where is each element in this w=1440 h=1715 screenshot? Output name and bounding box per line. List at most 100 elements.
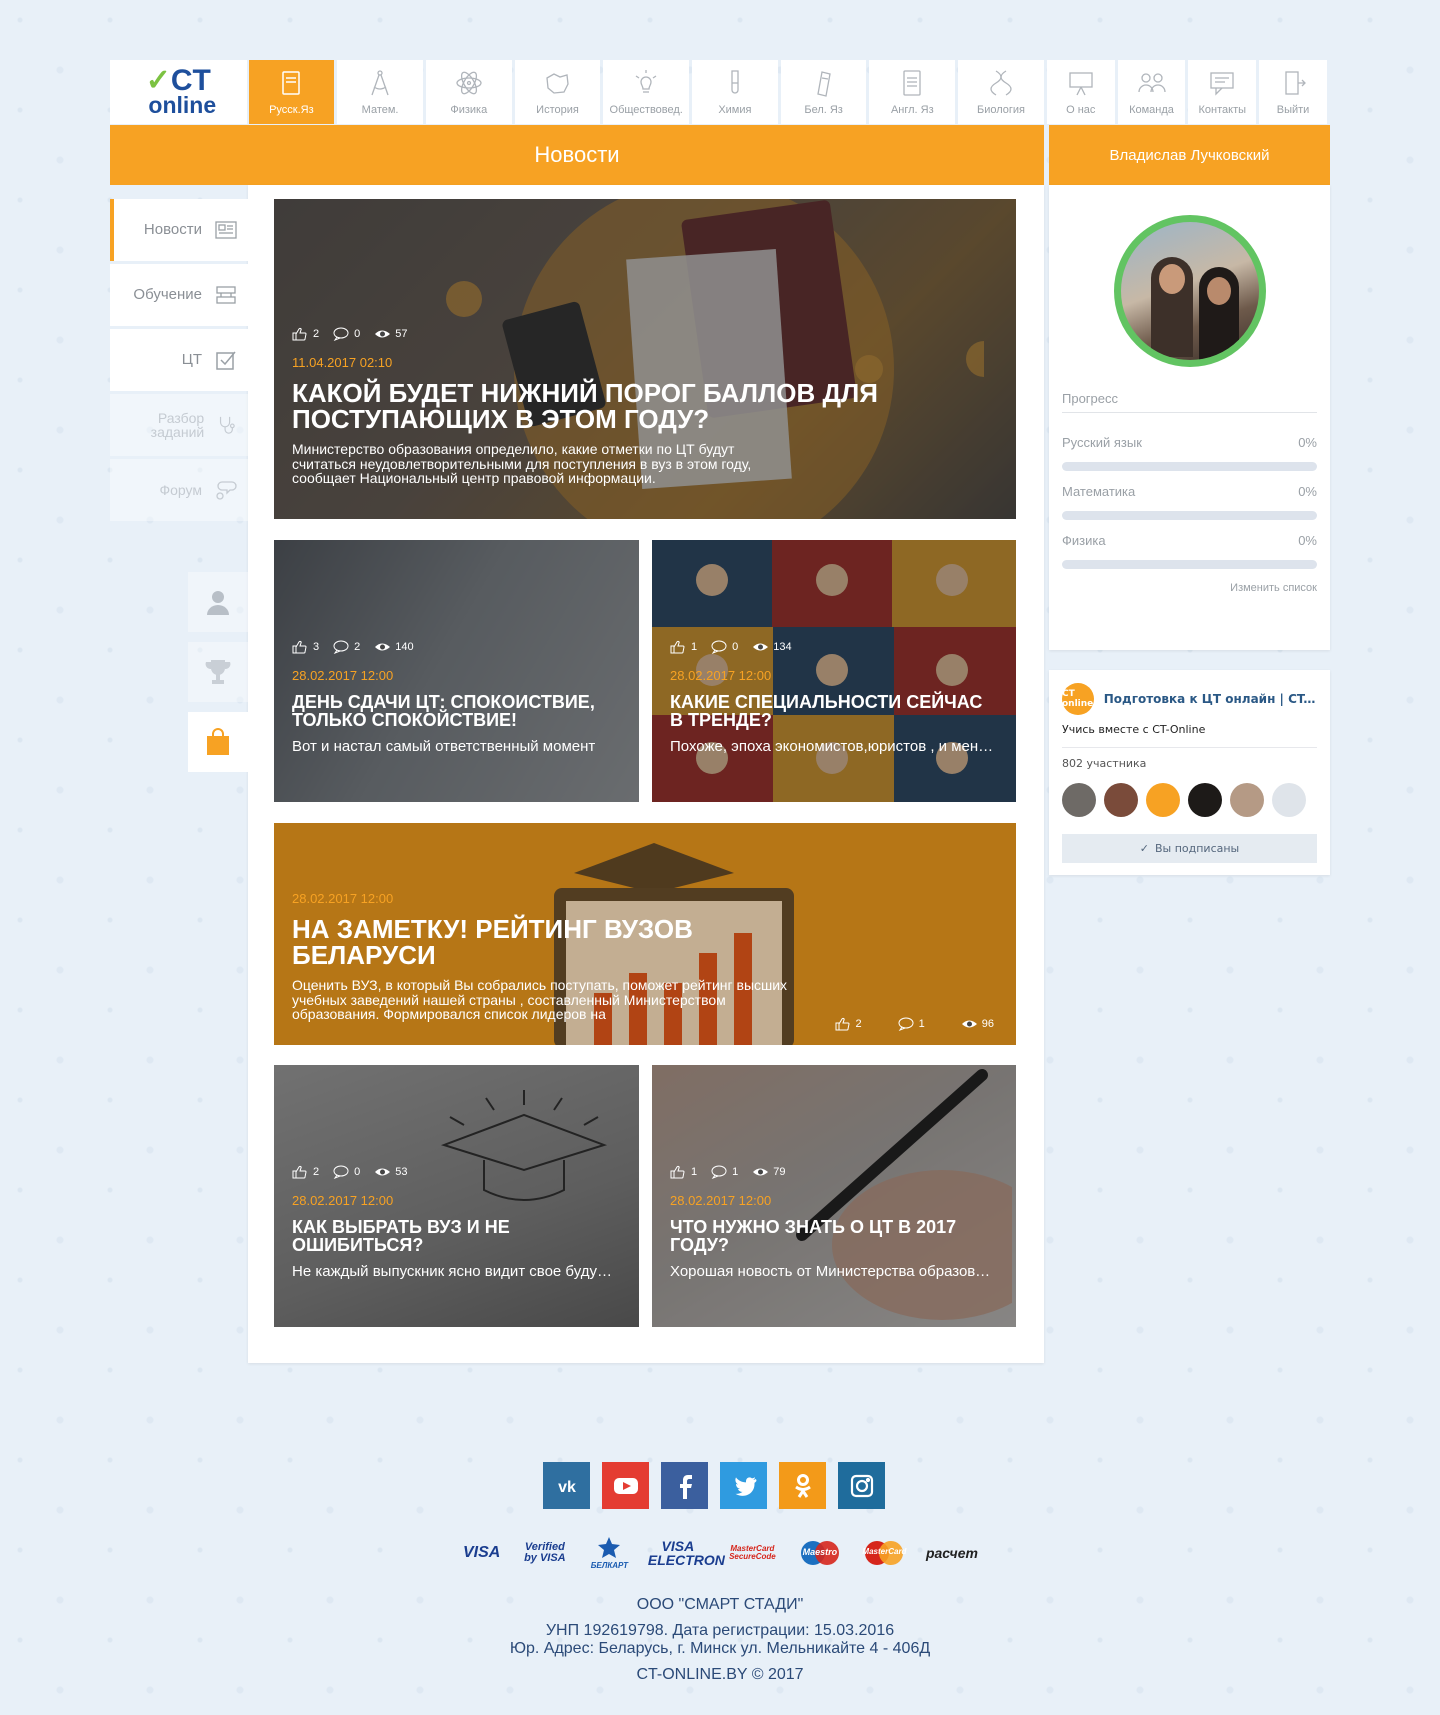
avatar[interactable]	[1230, 783, 1264, 817]
visa-logo: VISA	[463, 1544, 501, 1561]
news-title[interactable]: Что нужно знать о ЦТ в 2017 году?	[670, 1218, 970, 1254]
avatar-photo-face	[1159, 264, 1185, 294]
progress-value: 0%	[1298, 533, 1317, 548]
raschet-logo: расчет	[925, 1545, 978, 1561]
news-title[interactable]: Как выбрать вуз и не ошибиться?	[292, 1218, 552, 1254]
news-title[interactable]: Какие специальности сейчас в тренде?	[670, 693, 998, 729]
nav-tab-math[interactable]: Матем.	[337, 60, 423, 124]
news-title[interactable]: День сдачи ЦТ: спокоиствие, только споко…	[292, 693, 621, 729]
twitter-icon	[734, 1476, 756, 1496]
news-card-wide[interactable]: 28.02.2017 12:00 На заметку! Рейтинг вуз…	[274, 823, 1016, 1045]
vk-member-count[interactable]: 802 участника	[1062, 757, 1146, 770]
side-quick-icons	[188, 572, 248, 782]
comments-stat: 0	[333, 327, 360, 341]
nav-tab-logout[interactable]: Выйти	[1259, 60, 1327, 124]
site-logo[interactable]: ✓ CT online	[110, 60, 247, 124]
nav-tab-belarusian[interactable]: Бел. Яз	[780, 60, 867, 124]
side-item-tasks[interactable]: Разбор заданий	[110, 394, 248, 456]
nav-tab-russian[interactable]: Русск.Яз	[248, 60, 335, 124]
views-stat: 53	[374, 1165, 408, 1179]
nav-tab-english[interactable]: Англ. Яз	[869, 60, 956, 124]
vk-link[interactable]: vk	[543, 1462, 590, 1509]
comments-stat: 2	[333, 640, 360, 654]
likes-stat: 2	[292, 1165, 319, 1179]
card-stats: 3 2 140	[292, 640, 621, 654]
avatar[interactable]	[1272, 783, 1306, 817]
card-body: 28.02.2017 12:00 На заметку! Рейтинг вуз…	[292, 891, 998, 1022]
facebook-link[interactable]	[661, 1462, 708, 1509]
news-description: Не каждый выпускник ясно видит свое буду…	[292, 1264, 621, 1280]
likes-stat: 3	[292, 640, 319, 654]
side-menu: Новости Обучение ЦТ Разбор заданий Форум	[110, 199, 248, 524]
news-title[interactable]: Какой будет нижний порог баллов для пост…	[292, 380, 912, 432]
english-notebook-icon	[903, 70, 921, 96]
news-card[interactable]: 3 2 140 28.02.2017 12:00 День сдачи ЦТ: …	[274, 540, 639, 802]
thumbs-up-icon	[835, 1017, 850, 1031]
news-card[interactable]: 1 1 79 28.02.2017 12:00 Что нужно знать …	[652, 1065, 1016, 1327]
news-card[interactable]: 1 0 134 28.02.2017 12:00 Какие специальн…	[652, 540, 1016, 802]
profile-shortcut[interactable]	[188, 572, 248, 632]
comments-icon	[711, 640, 727, 654]
news-card-featured[interactable]: 2 0 57 11.04.2017 02:10 Какой будет нижн…	[274, 199, 1016, 519]
vk-subscribed-button[interactable]: ✓ Вы подписаны	[1062, 834, 1317, 863]
youtube-link[interactable]	[602, 1462, 649, 1509]
nav-tab-biology[interactable]: Биология	[958, 60, 1044, 124]
instagram-link[interactable]	[838, 1462, 885, 1509]
thumbs-up-icon	[292, 1165, 307, 1179]
progress-subject: Русский язык	[1062, 435, 1142, 450]
comments-icon	[333, 640, 349, 654]
card-stats: 1 1 79	[670, 1165, 998, 1179]
vk-group-logo[interactable]: CT online	[1062, 683, 1094, 715]
footer-copyright: CT-ONLINE.BY © 2017	[636, 1666, 804, 1683]
vk-group-subtitle: Учись вместе с CT-Online	[1062, 723, 1206, 736]
comments-stat: 1	[711, 1165, 738, 1179]
nav-tab-physics[interactable]: Физика	[425, 60, 512, 124]
avatar[interactable]	[1188, 783, 1222, 817]
facebook-icon	[679, 1474, 692, 1499]
avatar[interactable]	[1146, 783, 1180, 817]
nav-tab-about[interactable]: О нас	[1046, 60, 1115, 124]
nav-tab-history[interactable]: История	[514, 60, 601, 124]
nav-tab-chemistry[interactable]: Химия	[692, 60, 778, 124]
belkart-icon	[598, 1537, 621, 1558]
news-date: 28.02.2017 12:00	[670, 1193, 772, 1208]
logout-icon	[1285, 71, 1306, 95]
progress-row: Математика 0%	[1062, 484, 1317, 520]
checkbox-icon	[216, 351, 236, 370]
side-item-ct[interactable]: ЦТ	[110, 329, 248, 391]
user-icon	[207, 591, 229, 615]
eye-icon	[961, 1020, 977, 1028]
test-tube-icon	[731, 70, 739, 94]
news-card[interactable]: 2 0 53 28.02.2017 12:00 Как выбрать вуз …	[274, 1065, 639, 1327]
comments-stat: 0	[711, 640, 738, 654]
progress-bar	[1062, 560, 1317, 569]
likes-stat: 1	[670, 1165, 697, 1179]
card-stats: 2 0 57	[292, 327, 998, 341]
nav-tab-team[interactable]: Команда	[1117, 60, 1186, 124]
odnoklassniki-link[interactable]	[779, 1462, 826, 1509]
achievements-shortcut[interactable]	[188, 642, 248, 702]
side-item-learning[interactable]: Обучение	[110, 264, 248, 326]
side-item-news[interactable]: Новости	[110, 199, 248, 261]
trophy-icon	[205, 660, 231, 684]
nav-tab-contacts[interactable]: Контакты	[1188, 60, 1257, 124]
shop-shortcut[interactable]	[188, 712, 248, 772]
avatar[interactable]	[1062, 783, 1096, 817]
twitter-link[interactable]	[720, 1462, 767, 1509]
side-item-forum[interactable]: Форум	[110, 459, 248, 521]
vk-group-name[interactable]: Подготовка к ЦТ онлайн | CT-Online	[1104, 692, 1317, 706]
card-body: 3 2 140 28.02.2017 12:00 День сдачи ЦТ: …	[292, 640, 621, 755]
nav-tab-social-studies[interactable]: Обществовед.	[603, 60, 690, 124]
user-name[interactable]: Владислав Лучковский	[1049, 125, 1330, 185]
likes-stat: 2	[292, 327, 319, 341]
avatar[interactable]	[1114, 215, 1266, 367]
mastercard-securecode-logo: MasterCard SecureCode	[729, 1544, 776, 1561]
footer-address: Юр. Адрес: Беларусь, г. Минск ул. Мельни…	[509, 1640, 931, 1657]
eye-icon	[375, 1168, 391, 1176]
news-title[interactable]: На заметку! Рейтинг вузов Беларуси	[292, 916, 712, 968]
edit-subject-list-link[interactable]: Изменить список	[1230, 582, 1317, 594]
stethoscope-icon	[220, 416, 235, 434]
thumbs-up-icon	[292, 327, 307, 341]
likes-stat: 1	[670, 640, 697, 654]
avatar[interactable]	[1104, 783, 1138, 817]
